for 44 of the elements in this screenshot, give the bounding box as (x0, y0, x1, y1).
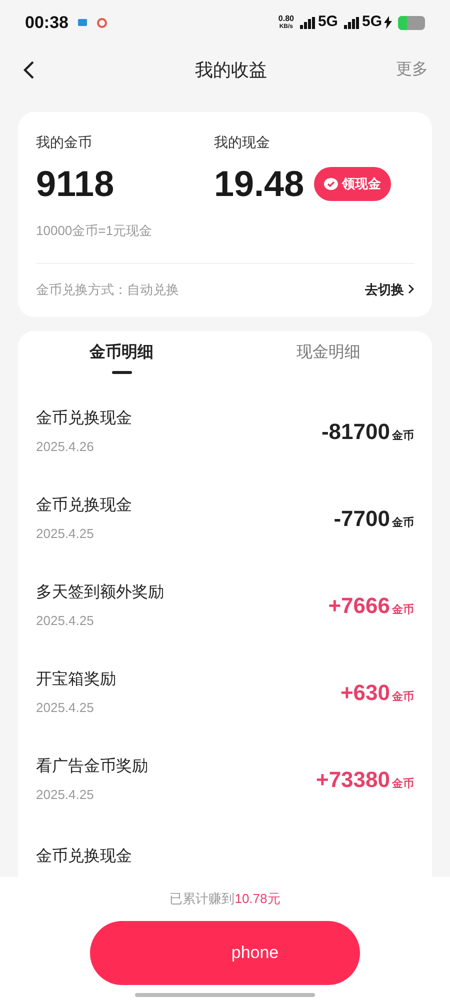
coins-value: 9118 (36, 162, 116, 206)
record-title: 金币兑换现金 (36, 408, 132, 429)
record-amount: +73380 金币 (316, 766, 414, 794)
exchange-mode: 金币兑换方式：自动兑换 (36, 280, 179, 298)
chat-icon (324, 178, 338, 190)
clock: 00:38 (25, 12, 68, 34)
network-speed: 0.80 (278, 14, 294, 22)
back-button[interactable] (22, 60, 36, 80)
cash-value: 19.48 (214, 162, 304, 206)
tab-indicator (112, 370, 132, 374)
record-amount: +7666金币 (328, 592, 414, 620)
coins-label: 我的金币 (36, 133, 93, 152)
charging-icon (384, 16, 392, 29)
page-title: 我的收益 (195, 58, 267, 82)
ring-icon (97, 18, 108, 28)
action-button[interactable]: phone (90, 920, 360, 984)
record-date: 2025.4.25 (36, 524, 95, 543)
notification-icon (78, 19, 88, 26)
record-title: 多天签到额外奖励 (36, 582, 164, 603)
record-title: 金币兑换现金 (36, 848, 132, 865)
withdraw-button[interactable]: 领现金 (314, 167, 392, 201)
signal-icon (300, 16, 315, 28)
more-button[interactable]: 更多 (396, 58, 428, 82)
network-type: 5G (362, 12, 382, 32)
record-amount: +630 金币 (340, 679, 414, 707)
record-title: 看广告金币奖励 (36, 756, 148, 777)
switch-link[interactable]: 去切换 (365, 280, 414, 299)
cash-label: 我的现金 (214, 133, 271, 152)
battery-icon (398, 16, 425, 30)
record-date: 2025.4.26 (36, 438, 95, 456)
exchange-rate: 10000金币=1元现金 (36, 222, 153, 240)
record-title: 开宝箱奖励 (36, 670, 116, 690)
signal-icon (344, 16, 359, 28)
earned-text: 已累计赚到10.78元 (170, 890, 280, 908)
record-date: 2025.4.25 (36, 786, 95, 804)
record-amount: -81700 金币 (321, 418, 414, 446)
record-amount: -7700 金币 (334, 505, 414, 533)
network-type: 5G (318, 12, 338, 32)
record-date: 2025.4.25 (36, 612, 95, 630)
record-date: 2025.4.25 (36, 698, 95, 717)
tab[interactable]: 金币明细 (18, 331, 225, 379)
chevron-icon (408, 284, 414, 294)
record-title: 金币兑换现金 (36, 496, 132, 516)
tab[interactable]: 现金明细 (225, 331, 432, 379)
